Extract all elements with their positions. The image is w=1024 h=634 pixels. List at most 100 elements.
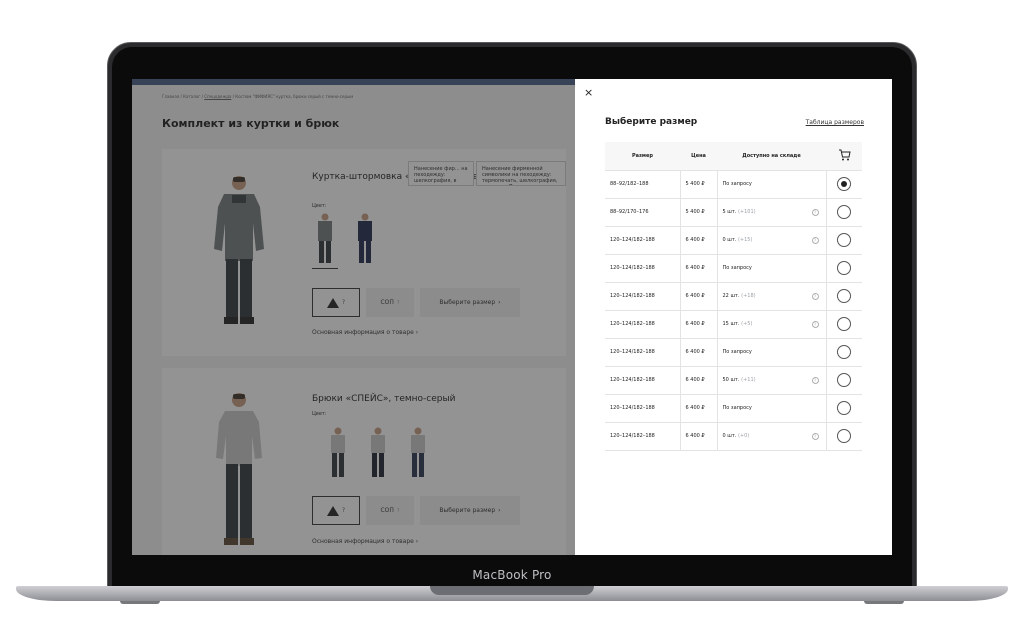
size-radio[interactable] <box>837 373 852 387</box>
cart-icon <box>838 149 851 161</box>
incoming-stock: (+15) <box>737 237 753 243</box>
availability-cell: 0 шт. (+15)? <box>717 226 827 255</box>
size-rows: 88–92/182–188 5 400 ₽ По запросу 88–92/170… <box>605 170 862 451</box>
size-cell: 120–124/182–188 <box>605 394 681 423</box>
incoming-stock: (+101) <box>737 209 756 215</box>
availability-cell: По запросу <box>717 338 827 367</box>
size-radio[interactable] <box>837 289 852 303</box>
select-cell <box>826 310 862 339</box>
select-cell <box>826 422 862 451</box>
help-icon[interactable]: ? <box>811 320 819 328</box>
size-cell: 120–124/182–188 <box>605 366 681 395</box>
price-cell: 6 400 ₽ <box>680 366 718 395</box>
availability-value: 15 шт. <box>722 321 740 327</box>
help-icon[interactable]: ? <box>811 208 819 216</box>
size-table-link[interactable]: Таблица размеров <box>806 119 864 126</box>
availability-value: 22 шт. <box>722 293 740 299</box>
table-row[interactable]: 88–92/170–176 5 400 ₽5 шт. (+101)? <box>605 198 862 227</box>
column-header-availability: Доступно на складе <box>717 142 826 171</box>
size-radio[interactable] <box>837 345 852 359</box>
price-cell: 6 400 ₽ <box>680 226 718 255</box>
size-cell: 88–92/170–176 <box>605 198 681 227</box>
select-cell <box>826 366 862 395</box>
size-radio[interactable] <box>837 205 852 219</box>
availability-value: 5 шт. <box>722 209 737 215</box>
column-header-size: Размер <box>605 142 680 171</box>
select-cell <box>826 226 862 255</box>
size-cell: 120–124/182–188 <box>605 310 681 339</box>
size-radio[interactable] <box>837 317 852 331</box>
table-row[interactable]: 120–124/182–188 6 400 ₽0 шт. (+0)? <box>605 422 862 451</box>
price-cell: 6 400 ₽ <box>680 422 718 451</box>
size-selection-panel: × Выберите размер Таблица размеров Разме… <box>575 79 892 555</box>
select-cell <box>826 170 862 199</box>
device-brand-label: MacBook Pro <box>472 568 552 582</box>
availability-cell: По запросу <box>717 254 827 283</box>
price-cell: 5 400 ₽ <box>680 198 718 227</box>
size-radio[interactable] <box>837 261 852 275</box>
incoming-stock: (+5) <box>741 321 753 327</box>
size-radio[interactable] <box>837 177 852 191</box>
help-icon[interactable]: ? <box>811 376 819 384</box>
close-icon[interactable]: × <box>584 86 593 99</box>
availability-cell: 5 шт. (+101)? <box>717 198 827 227</box>
panel-title: Выберите размер <box>605 117 698 127</box>
availability-cell: 15 шт. (+5)? <box>717 310 827 339</box>
size-cell: 120–124/182–188 <box>605 422 681 451</box>
table-row[interactable]: 120–124/182–188 6 400 ₽ По запросу <box>605 394 862 423</box>
laptop-mockup: Главная / Каталог / Спецодежда / Костюм … <box>0 0 1024 634</box>
availability-cell: 22 шт. (+18)? <box>717 282 827 311</box>
size-table: Размер Цена Доступно на складе 88–92/182… <box>605 142 862 451</box>
select-cell <box>826 338 862 367</box>
help-icon[interactable]: ? <box>811 432 819 440</box>
select-cell <box>826 282 862 311</box>
availability-cell: 50 шт. (+11)? <box>717 366 827 395</box>
size-cell: 120–124/182–188 <box>605 226 681 255</box>
select-cell <box>826 394 862 423</box>
size-cell: 120–124/182–188 <box>605 282 681 311</box>
table-row[interactable]: 88–92/182–188 5 400 ₽ По запросу <box>605 170 862 199</box>
price-cell: 6 400 ₽ <box>680 310 718 339</box>
size-cell: 120–124/182–188 <box>605 254 681 283</box>
incoming-stock: (+0) <box>737 433 750 439</box>
price-cell: 5 400 ₽ <box>680 170 718 199</box>
table-row[interactable]: 120–124/182–188 6 400 ₽15 шт. (+5)? <box>605 310 862 339</box>
incoming-stock: (+11) <box>741 377 756 383</box>
availability-cell: 0 шт. (+0)? <box>717 422 827 451</box>
availability-cell: По запросу <box>717 170 827 199</box>
price-cell: 6 400 ₽ <box>680 338 718 367</box>
availability-value: По запросу <box>722 405 752 411</box>
help-icon[interactable]: ? <box>811 236 819 244</box>
laptop-foot <box>120 601 160 604</box>
availability-value: 50 шт. <box>722 377 740 383</box>
table-row[interactable]: 120–124/182–188 6 400 ₽0 шт. (+15)? <box>605 226 862 255</box>
incoming-stock: (+18) <box>741 293 756 299</box>
table-row[interactable]: 120–124/182–188 6 400 ₽22 шт. (+18)? <box>605 282 862 311</box>
availability-value: 0 шт. <box>722 433 737 439</box>
modal-backdrop[interactable] <box>132 79 575 555</box>
price-cell: 6 400 ₽ <box>680 394 718 423</box>
column-header-cart <box>826 142 862 171</box>
size-cell: 120–124/182–188 <box>605 338 681 367</box>
laptop-foot <box>864 601 904 604</box>
table-row[interactable]: 120–124/182–188 6 400 ₽ По запросу <box>605 338 862 367</box>
price-cell: 6 400 ₽ <box>680 254 718 283</box>
table-row[interactable]: 120–124/182–188 6 400 ₽ По запросу <box>605 254 862 283</box>
size-radio[interactable] <box>837 401 852 415</box>
product-page: Главная / Каталог / Спецодежда / Костюм … <box>132 79 575 555</box>
laptop-notch <box>430 586 594 595</box>
availability-value: По запросу <box>722 181 752 187</box>
price-cell: 6 400 ₽ <box>680 282 718 311</box>
size-radio[interactable] <box>837 233 852 247</box>
availability-value: 0 шт. <box>722 237 737 243</box>
availability-value: По запросу <box>722 349 752 355</box>
table-row[interactable]: 120–124/182–188 6 400 ₽50 шт. (+11)? <box>605 366 862 395</box>
size-radio[interactable] <box>837 429 852 443</box>
column-header-price: Цена <box>680 142 717 171</box>
screen: Главная / Каталог / Спецодежда / Костюм … <box>132 79 892 555</box>
help-icon[interactable]: ? <box>811 292 819 300</box>
select-cell <box>826 254 862 283</box>
availability-cell: По запросу <box>717 394 827 423</box>
availability-value: По запросу <box>722 265 752 271</box>
table-header-row: Размер Цена Доступно на складе <box>605 142 862 171</box>
